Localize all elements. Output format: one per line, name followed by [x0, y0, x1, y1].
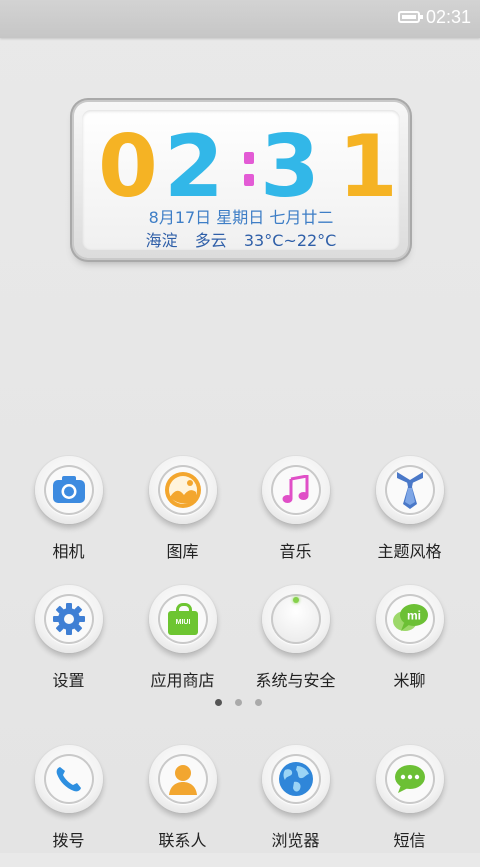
dock-messages[interactable]: 短信	[353, 737, 466, 867]
app-gallery[interactable]: 图库	[126, 448, 239, 578]
clock-hour-ones: 2	[164, 117, 224, 217]
clock-date: 8月17日 星期日 七月廿二	[148, 208, 334, 227]
app-system-security[interactable]: 系统与安全	[239, 577, 352, 707]
app-label: 设置	[52, 671, 85, 690]
app-label: 图库	[166, 542, 199, 561]
weather-condition: 多云	[194, 231, 227, 250]
clock-colon-top	[244, 152, 254, 164]
clock-face: 0 2 3 1 8月17日 星期日 七月廿二 海淀 多云 33°C~22°C	[82, 110, 400, 250]
theme-tie-icon	[397, 472, 423, 509]
weather-location: 海淀	[145, 231, 178, 250]
camera-icon	[53, 476, 85, 503]
weather-temperature: 33°C~22°C	[243, 231, 337, 250]
clock-hour-tens: 0	[98, 117, 158, 217]
clock-minute-tens: 3	[260, 117, 320, 217]
browser-globe-icon	[279, 762, 313, 796]
clock-weather: 海淀 多云 33°C~22°C	[82, 227, 400, 251]
page-dot[interactable]	[255, 699, 262, 706]
clock-colon-bottom	[244, 174, 254, 186]
contacts-icon	[169, 765, 197, 795]
dock-contacts[interactable]: 联系人	[126, 737, 239, 867]
app-label: 短信	[393, 831, 426, 850]
app-label: 米聊	[393, 671, 426, 690]
music-icon	[282, 475, 309, 503]
app-label: 主题风格	[377, 542, 442, 561]
app-label: 系统与安全	[255, 671, 336, 690]
dock-browser[interactable]: 浏览器	[239, 737, 352, 867]
page-dot[interactable]	[235, 699, 242, 706]
app-store[interactable]: MIUI 应用商店	[126, 577, 239, 707]
app-mitalk[interactable]: mi 米聊	[353, 577, 466, 707]
settings-gear-icon	[53, 603, 85, 635]
app-theme[interactable]: 主题风格	[353, 448, 466, 578]
clock-weather-widget[interactable]: 0 2 3 1 8月17日 星期日 七月廿二 海淀 多云 33°C~22°C	[74, 102, 408, 258]
app-camera[interactable]: 相机	[12, 448, 125, 578]
page-dot-active[interactable]	[215, 699, 222, 706]
app-settings[interactable]: 设置	[12, 577, 125, 707]
app-label: 应用商店	[150, 671, 215, 690]
app-store-bag-icon: MIUI	[168, 603, 198, 635]
dock-dialer[interactable]: 拨号	[12, 737, 125, 867]
app-label: 浏览器	[271, 831, 320, 850]
phone-icon	[56, 767, 81, 792]
app-label: 联系人	[158, 831, 207, 850]
store-bag-text: MIUI	[175, 619, 191, 626]
app-label: 音乐	[279, 542, 312, 561]
status-bar: 02:31	[0, 0, 480, 38]
battery-icon	[398, 11, 423, 23]
mitalk-text: mi	[407, 609, 421, 623]
clock-minute-ones: 1	[338, 117, 398, 217]
system-security-icon	[271, 594, 321, 644]
messages-icon	[395, 765, 425, 793]
mitalk-icon: mi	[393, 604, 428, 631]
status-time: 02:31	[426, 7, 472, 27]
app-label: 相机	[52, 542, 85, 561]
gallery-icon	[165, 472, 201, 508]
app-label: 拨号	[52, 831, 85, 850]
app-music[interactable]: 音乐	[239, 448, 352, 578]
